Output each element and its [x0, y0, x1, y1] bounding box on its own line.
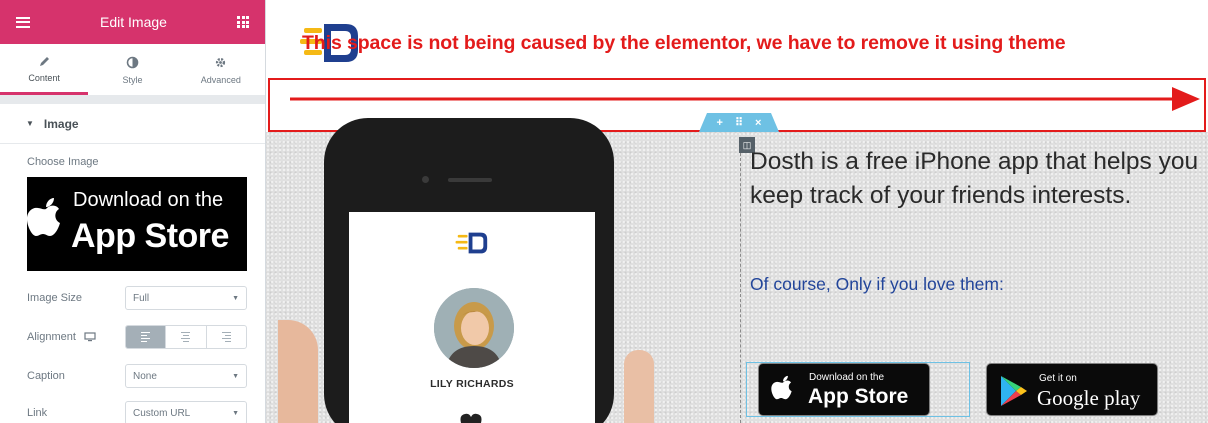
image-size-control: Image Size Full ▼	[27, 286, 248, 310]
app-logo-icon	[455, 232, 488, 254]
chevron-down-icon: ▼	[232, 409, 239, 417]
preview-line1: Download on the	[73, 189, 224, 211]
subheadline: Of course, Only if you love them:	[750, 274, 1004, 294]
align-right-button[interactable]	[205, 326, 246, 348]
image-size-label: Image Size	[27, 292, 83, 304]
tab-content[interactable]: Content	[0, 44, 89, 95]
annotation-text: This space is not being caused by the el…	[302, 32, 1066, 54]
align-center-icon	[181, 332, 191, 342]
image-preview[interactable]: Download on the App Store	[27, 177, 247, 271]
tab-content-label: Content	[28, 73, 60, 83]
avatar	[434, 288, 514, 368]
google-play-icon	[1001, 376, 1027, 406]
finger-image	[624, 350, 654, 423]
hand-image	[278, 320, 318, 423]
google-play-line1: Get it on	[1039, 373, 1077, 384]
caption-select[interactable]: None ▼	[125, 364, 247, 388]
link-control: Link Custom URL ▼	[27, 401, 248, 423]
panel-tabs: Content Style Advanced	[0, 44, 265, 96]
gear-icon	[214, 55, 227, 71]
contrast-icon	[126, 55, 139, 71]
apple-logo-icon	[27, 198, 60, 236]
link-value: Custom URL	[133, 407, 191, 419]
align-center-button[interactable]	[165, 326, 205, 348]
tab-style-label: Style	[122, 74, 143, 85]
image-size-select[interactable]: Full ▼	[125, 286, 247, 310]
link-label: Link	[27, 407, 48, 419]
caption-label: Caption	[27, 370, 65, 382]
app-store-button[interactable]: Download on the App Store	[758, 363, 930, 416]
choose-image-label: Choose Image	[27, 156, 99, 168]
preview-line2: App Store	[71, 217, 229, 255]
caption-control: Caption None ▼	[27, 364, 248, 388]
align-left-icon	[141, 332, 151, 342]
chevron-down-icon: ▼	[232, 372, 239, 380]
alignment-label-text: Alignment	[27, 331, 76, 343]
phone-speaker	[448, 178, 492, 182]
section-title: Image	[43, 116, 79, 131]
column-divider	[740, 153, 741, 423]
headline: Dosth is a free iPhone app that helps yo…	[750, 148, 1199, 209]
close-icon[interactable]: ×	[755, 117, 761, 129]
apple-logo-icon	[771, 375, 792, 400]
app-store-line2: App Store	[808, 385, 909, 408]
preview-canvas: This space is not being caused by the el…	[266, 0, 1208, 423]
desktop-icon[interactable]	[84, 332, 96, 342]
google-play-line2: Google play	[1037, 386, 1141, 410]
app-store-line1: Download on the	[809, 372, 885, 383]
phone-camera	[422, 176, 429, 183]
avatar-photo	[434, 288, 514, 368]
tab-advanced-label: Advanced	[200, 74, 241, 85]
menu-icon[interactable]	[16, 16, 30, 28]
editor-panel: Edit Image Content Style Advanced ▼ Imag…	[0, 0, 266, 423]
chevron-down-icon: ▼	[232, 294, 239, 302]
panel-divider	[0, 96, 265, 104]
panel-header: Edit Image	[0, 0, 265, 44]
tab-style[interactable]: Style	[88, 44, 176, 95]
align-right-icon	[221, 332, 231, 342]
widgets-grid-icon[interactable]	[237, 16, 249, 28]
google-play-button[interactable]: Get it on Google play	[986, 363, 1158, 416]
link-select[interactable]: Custom URL ▼	[125, 401, 247, 423]
alignment-label: Alignment	[27, 331, 125, 343]
alignment-control: Alignment	[27, 325, 248, 349]
section-handle[interactable]: + ⠿ ×	[699, 113, 779, 132]
drag-handle-icon[interactable]: ⠿	[735, 116, 743, 129]
add-section-icon[interactable]: +	[717, 117, 723, 129]
panel-title: Edit Image	[100, 14, 167, 30]
align-left-button[interactable]	[126, 326, 166, 348]
alignment-buttons	[125, 325, 247, 349]
phone-user-name: LILY RICHARDS	[430, 378, 514, 390]
pencil-icon	[38, 53, 51, 69]
caret-down-icon: ▼	[26, 119, 34, 128]
section-toggle-image[interactable]: ▼ Image	[0, 104, 265, 144]
image-size-value: Full	[133, 292, 150, 304]
caption-value: None	[133, 370, 157, 382]
heart-icon	[460, 413, 482, 423]
tab-advanced[interactable]: Advanced	[177, 44, 265, 95]
